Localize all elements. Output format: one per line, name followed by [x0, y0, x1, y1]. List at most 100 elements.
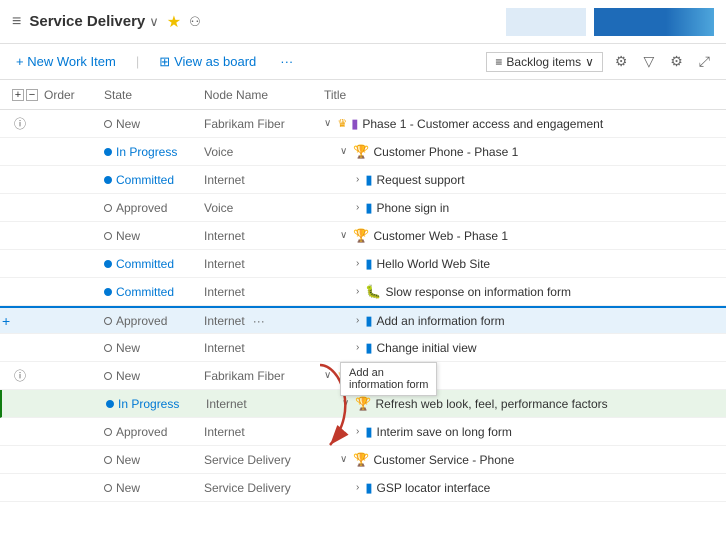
story-icon: ▮ — [365, 256, 372, 272]
chevron-icon[interactable]: › — [356, 202, 359, 213]
bug-icon: 🐛 — [365, 284, 381, 300]
state-label: New — [116, 453, 140, 467]
chevron-icon[interactable]: › — [356, 286, 359, 297]
row-title: Customer Phone - Phase 1 — [374, 145, 519, 159]
chevron-icon[interactable]: › — [356, 258, 359, 269]
more-icon[interactable]: ··· — [253, 314, 265, 328]
state-dot — [106, 400, 114, 408]
node-col-header: Node Name — [204, 88, 324, 102]
table-row[interactable]: Approved Internet › ▮ Interim save on lo… — [0, 418, 726, 446]
tooltip-line1: Add an — [349, 367, 428, 379]
add-row-icon[interactable]: + — [2, 313, 10, 329]
chevron-icon[interactable]: ∨ — [342, 398, 349, 409]
node-name: Internet — [204, 257, 245, 271]
state-label: Approved — [116, 425, 167, 439]
header-star-icon[interactable]: ★ — [167, 12, 181, 32]
node-name: Fabrikam Fiber — [204, 369, 285, 383]
view-as-board-label: View as board — [174, 54, 256, 69]
state-dot — [104, 317, 112, 325]
info-icon: ⓘ — [14, 367, 26, 384]
node-name: Internet — [204, 314, 245, 328]
filter-settings-icon[interactable]: ⚙ — [611, 51, 632, 72]
state-dot — [104, 176, 112, 184]
state-label: New — [116, 341, 140, 355]
story-icon: ▮ — [365, 200, 372, 216]
node-name: Internet — [206, 397, 247, 411]
row-title: Refresh web look, feel, performance fact… — [376, 397, 608, 411]
chevron-icon[interactable]: › — [356, 342, 359, 353]
chevron-icon[interactable]: › — [356, 426, 359, 437]
chevron-icon[interactable]: ∨ — [324, 370, 331, 381]
state-dot — [104, 260, 112, 268]
table-row[interactable]: Committed Internet › ▮ Request support — [0, 166, 726, 194]
toolbar-separator-1: | — [136, 54, 139, 69]
board-icon: ⊞ — [159, 54, 170, 70]
view-as-board-button[interactable]: ⊞ View as board — [155, 52, 260, 72]
chevron-icon[interactable]: › — [356, 482, 359, 493]
table-row[interactable]: In Progress Voice ∨ 🏆 Customer Phone - P… — [0, 138, 726, 166]
expand-col-header: + − — [12, 89, 44, 101]
state-dot — [104, 204, 112, 212]
feature-icon: 🏆 — [353, 228, 369, 244]
state-label: Committed — [116, 173, 174, 187]
state-dot — [104, 232, 112, 240]
node-name: Voice — [204, 201, 233, 215]
header: ≡ Service Delivery ∨ ★ ⚇ — [0, 0, 726, 44]
table-row[interactable]: Committed Internet › ▮ Hello World Web S… — [0, 250, 726, 278]
row-title: Slow response on information form — [386, 285, 571, 299]
state-label: New — [116, 369, 140, 383]
state-dot — [104, 428, 112, 436]
table-row[interactable]: Approved Voice › ▮ Phone sign in — [0, 194, 726, 222]
chevron-icon[interactable]: ∨ — [340, 146, 347, 157]
story-icon: ▮ — [365, 313, 372, 329]
new-work-item-button[interactable]: + New Work Item — [12, 52, 120, 71]
header-grid-icon: ≡ — [12, 13, 21, 31]
state-label: New — [116, 117, 140, 131]
chevron-icon[interactable]: ∨ — [324, 118, 331, 129]
table-row[interactable]: Committed Internet › 🐛 Slow response on … — [0, 278, 726, 306]
backlog-chevron-icon: ∨ — [585, 55, 594, 69]
row-title: Phone sign in — [377, 201, 450, 215]
row-title: Interim save on long form — [377, 425, 512, 439]
chevron-icon[interactable]: › — [356, 174, 359, 185]
chevron-icon[interactable]: ∨ — [340, 454, 347, 465]
title-col-header: Title — [324, 88, 714, 102]
feature-icon: 🏆 — [353, 452, 369, 468]
crown-icon: ♛ — [337, 117, 347, 130]
table-row[interactable]: New Internet › ▮ Change initial view — [0, 334, 726, 362]
story-icon: ▮ — [365, 480, 372, 496]
state-dot — [104, 372, 112, 380]
table-container: ⓘ New Fabrikam Fiber ∨ ♛ ▮ Phase 1 - Cus… — [0, 110, 726, 502]
tooltip: Add an information form — [340, 362, 437, 396]
row-title: Hello World Web Site — [377, 257, 491, 271]
backlog-items-button[interactable]: ≡ Backlog items ∨ — [486, 52, 603, 72]
row-title: Add an information form — [377, 314, 505, 328]
node-name: Internet — [204, 173, 245, 187]
expand-icon[interactable]: ⤢ — [695, 51, 714, 72]
state-label: Approved — [116, 201, 167, 215]
filter-icon[interactable]: ▽ — [639, 51, 658, 72]
header-chevron-icon[interactable]: ∨ — [149, 14, 159, 30]
table-row[interactable]: ⓘ New Fabrikam Fiber ∨ ♛ ▮ Phase 1 - Cus… — [0, 110, 726, 138]
state-label: New — [116, 481, 140, 495]
table-row[interactable]: New Service Delivery ∨ 🏆 Customer Servic… — [0, 446, 726, 474]
chevron-icon[interactable]: ∨ — [340, 230, 347, 241]
chevron-icon[interactable]: › — [356, 315, 359, 326]
table-row[interactable]: + Approved Internet ··· › ▮ Add an infor… — [0, 306, 726, 334]
order-col-header: Order — [44, 88, 104, 102]
header-person-icon[interactable]: ⚇ — [189, 14, 201, 30]
header-progress-bar — [594, 8, 714, 36]
state-label: In Progress — [118, 397, 179, 411]
state-dot — [104, 148, 112, 156]
info-icon: ⓘ — [14, 115, 26, 132]
story-icon: ▮ — [365, 424, 372, 440]
toolbar-more-button[interactable]: ··· — [276, 52, 297, 71]
table-row[interactable]: New Service Delivery › ▮ GSP locator int… — [0, 474, 726, 502]
backlog-icon: ≡ — [495, 55, 502, 69]
settings-icon[interactable]: ⚙ — [666, 51, 687, 72]
row-title: Phase 1 - Customer access and engagement — [362, 117, 603, 131]
toolbar-right: ≡ Backlog items ∨ ⚙ ▽ ⚙ ⤢ — [486, 51, 714, 72]
table-row[interactable]: New Internet ∨ 🏆 Customer Web - Phase 1 — [0, 222, 726, 250]
state-dot — [104, 120, 112, 128]
header-title: Service Delivery — [29, 13, 145, 30]
